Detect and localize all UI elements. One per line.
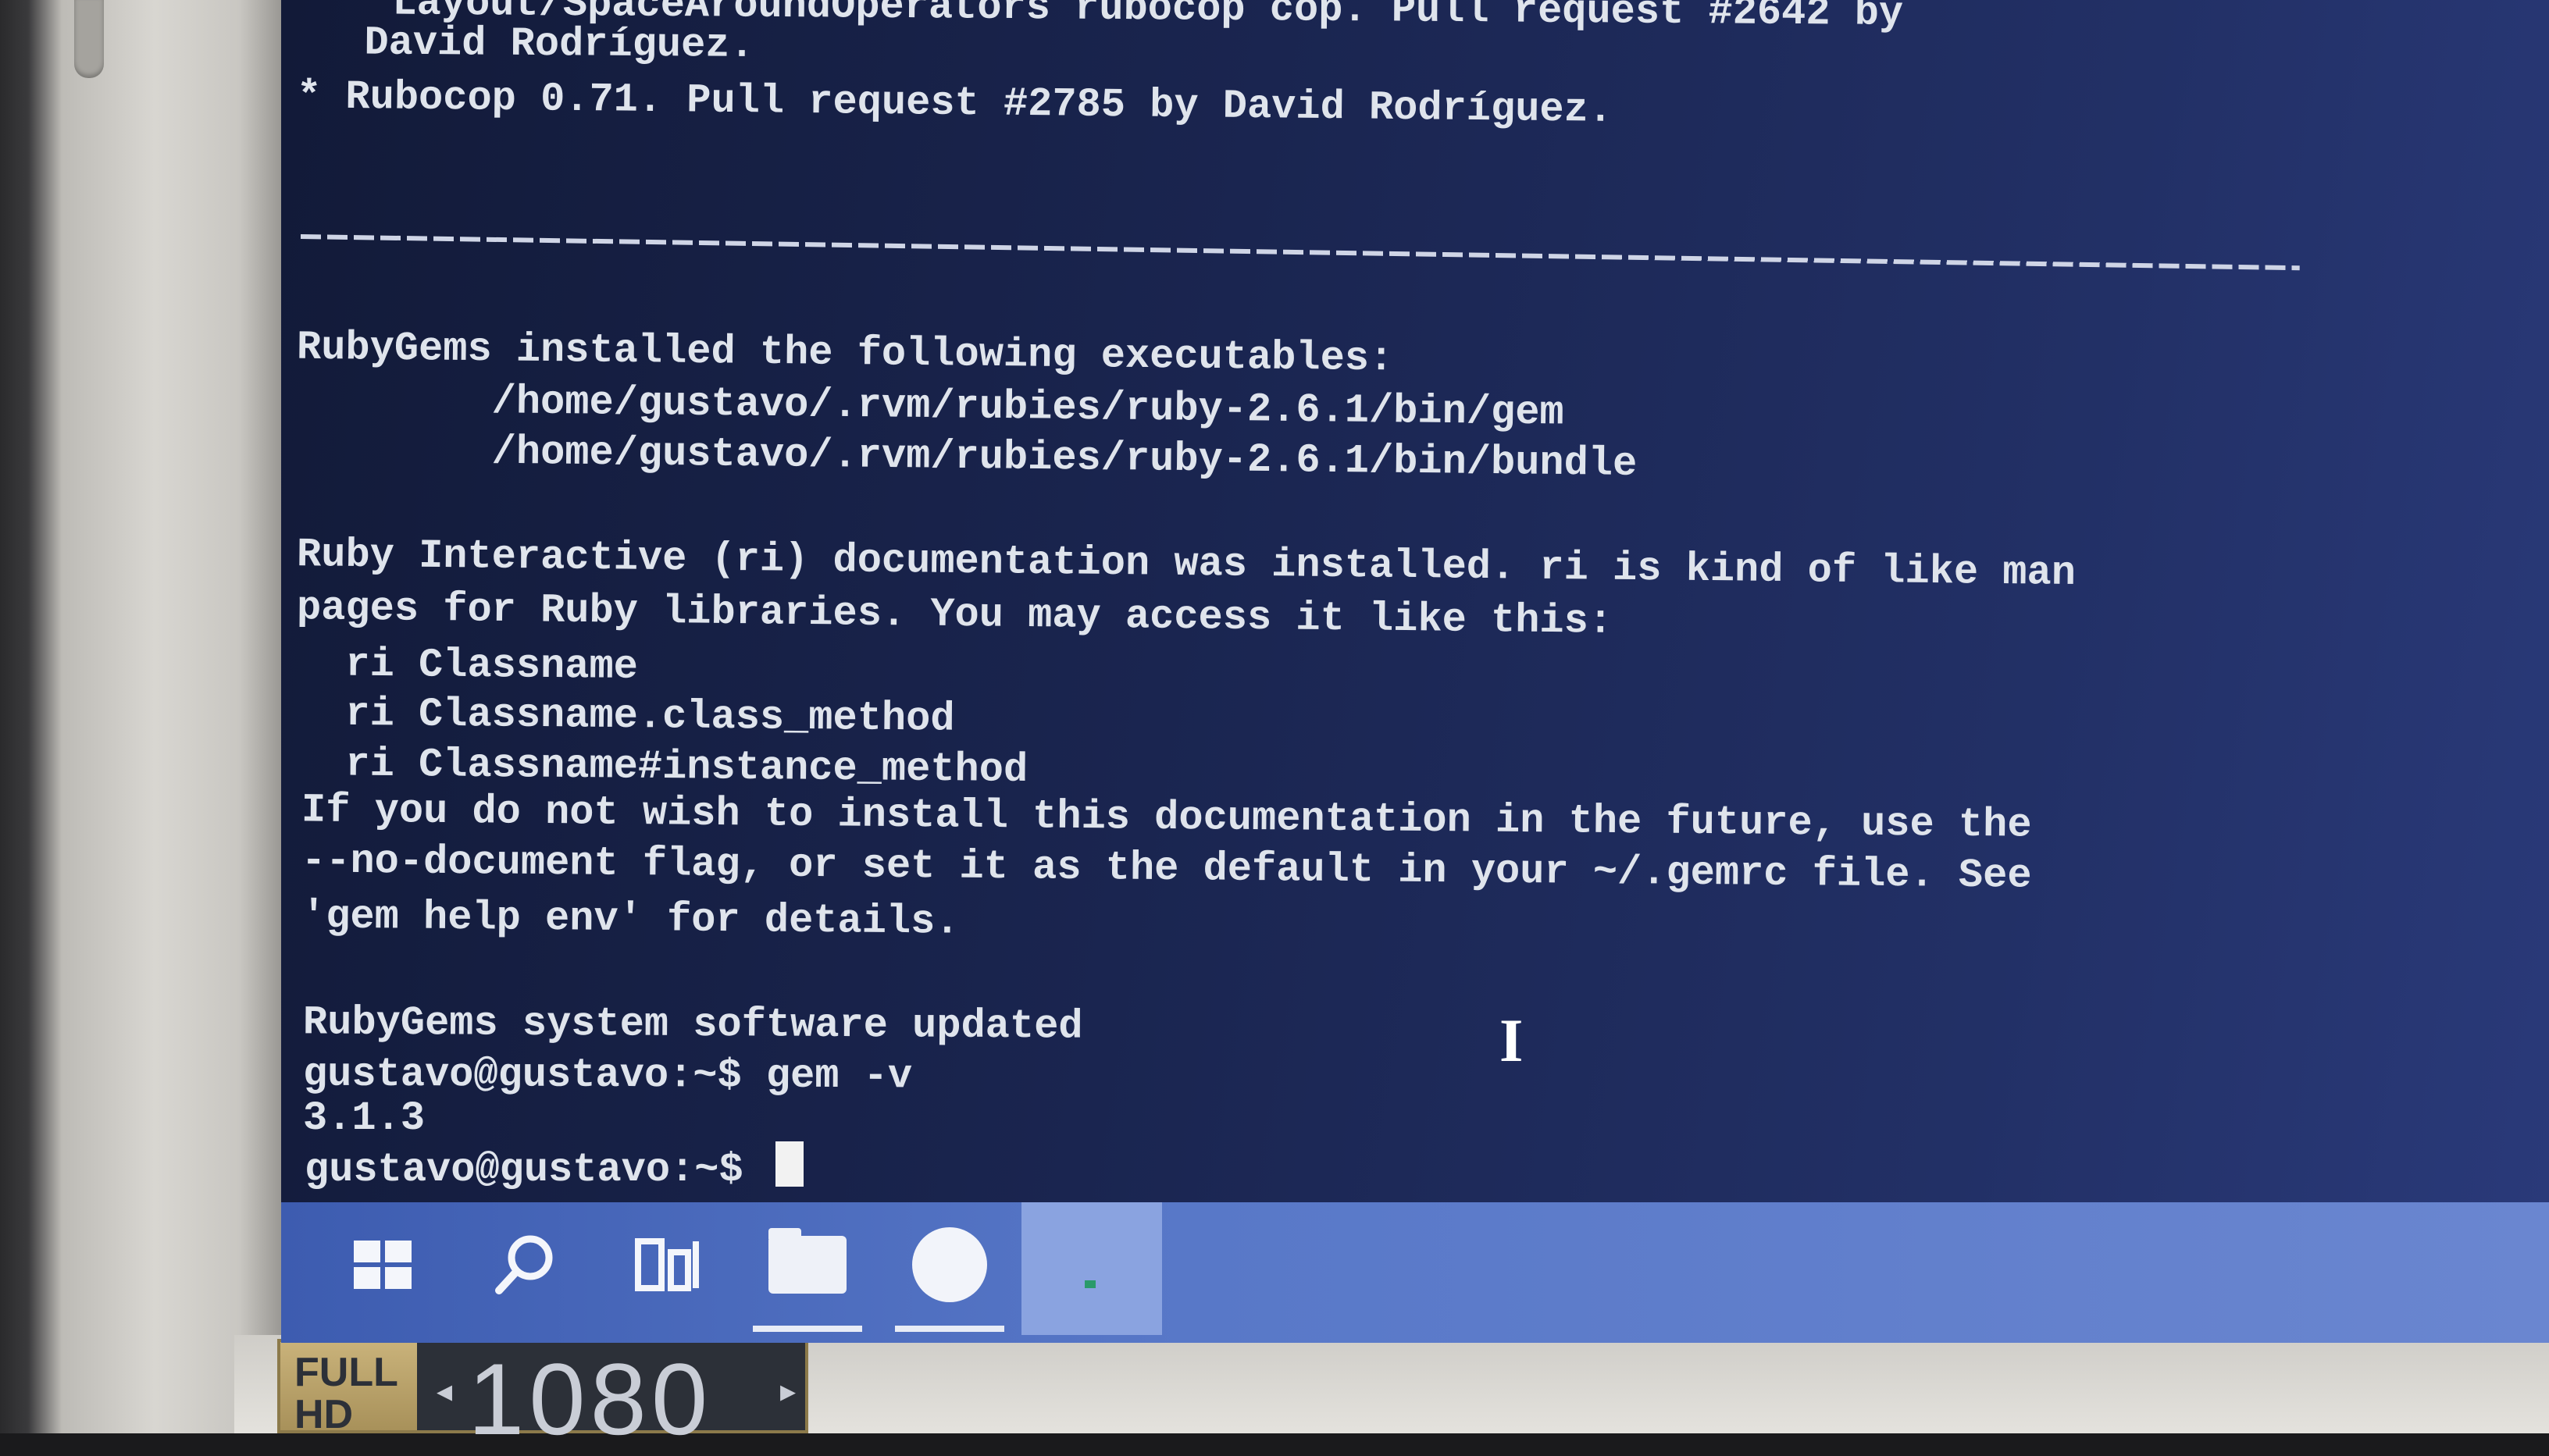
screen: * Layout/SpaceAroundOperators rubocop co… <box>281 0 2549 1343</box>
start-button[interactable] <box>312 1202 453 1327</box>
running-indicator <box>753 1326 862 1332</box>
search-icon <box>495 1235 553 1294</box>
browser-button[interactable] <box>879 1202 1020 1332</box>
ibeam-cursor-icon: I <box>1499 1006 1524 1074</box>
terminal-line: David Rodríguez. <box>315 20 754 69</box>
text-cursor <box>775 1141 804 1187</box>
chevron-right-icon: ▸ <box>780 1374 797 1408</box>
task-view-icon <box>635 1238 699 1291</box>
divider <box>300 234 2300 271</box>
sticker-label-top: FULL <box>294 1350 398 1395</box>
terminal-line: RubyGems system software updated <box>302 999 1083 1050</box>
terminal-line: 'gem help env' for details. <box>301 893 960 945</box>
sticker-label: FULL HD <box>280 1342 417 1436</box>
terminal-line: RubyGems installed the following executa… <box>296 324 1394 383</box>
prompt-line[interactable]: gustavo@gustavo:~$ <box>305 1141 804 1195</box>
running-indicator <box>895 1326 1004 1332</box>
terminal-line: pages for Ruby libraries. You may access… <box>296 585 1613 645</box>
taskbar <box>281 1202 2549 1343</box>
folder-icon <box>768 1228 847 1294</box>
bezel-notch <box>74 0 104 78</box>
windows-logo-icon <box>354 1241 412 1289</box>
laptop-bezel-left <box>0 0 281 1433</box>
sticker-label-bottom: HD <box>294 1392 354 1437</box>
terminal-window[interactable]: * Layout/SpaceAroundOperators rubocop co… <box>281 0 2549 1202</box>
circle-app-icon <box>912 1227 987 1302</box>
shell-prompt: gustavo@gustavo:~$ <box>305 1147 768 1193</box>
task-view-button[interactable] <box>597 1202 737 1327</box>
terminal-line: ri Classname.class_method <box>296 690 955 742</box>
chevron-left-icon: ◂ <box>437 1374 453 1408</box>
terminal-icon <box>1085 1280 1096 1288</box>
terminal-line: 3.1.3 <box>303 1095 426 1141</box>
file-explorer-button[interactable] <box>737 1202 878 1332</box>
search-button[interactable] <box>455 1202 595 1327</box>
terminal-line: ri Classname <box>296 641 639 690</box>
terminal-button[interactable] <box>1021 1202 1162 1335</box>
sticker-resolution: 1080 <box>468 1342 713 1456</box>
terminal-line: * Rubocop 0.71. Pull request #2785 by Da… <box>296 73 1613 133</box>
full-hd-sticker: FULL HD ◂ 1080 ▸ <box>277 1339 808 1450</box>
